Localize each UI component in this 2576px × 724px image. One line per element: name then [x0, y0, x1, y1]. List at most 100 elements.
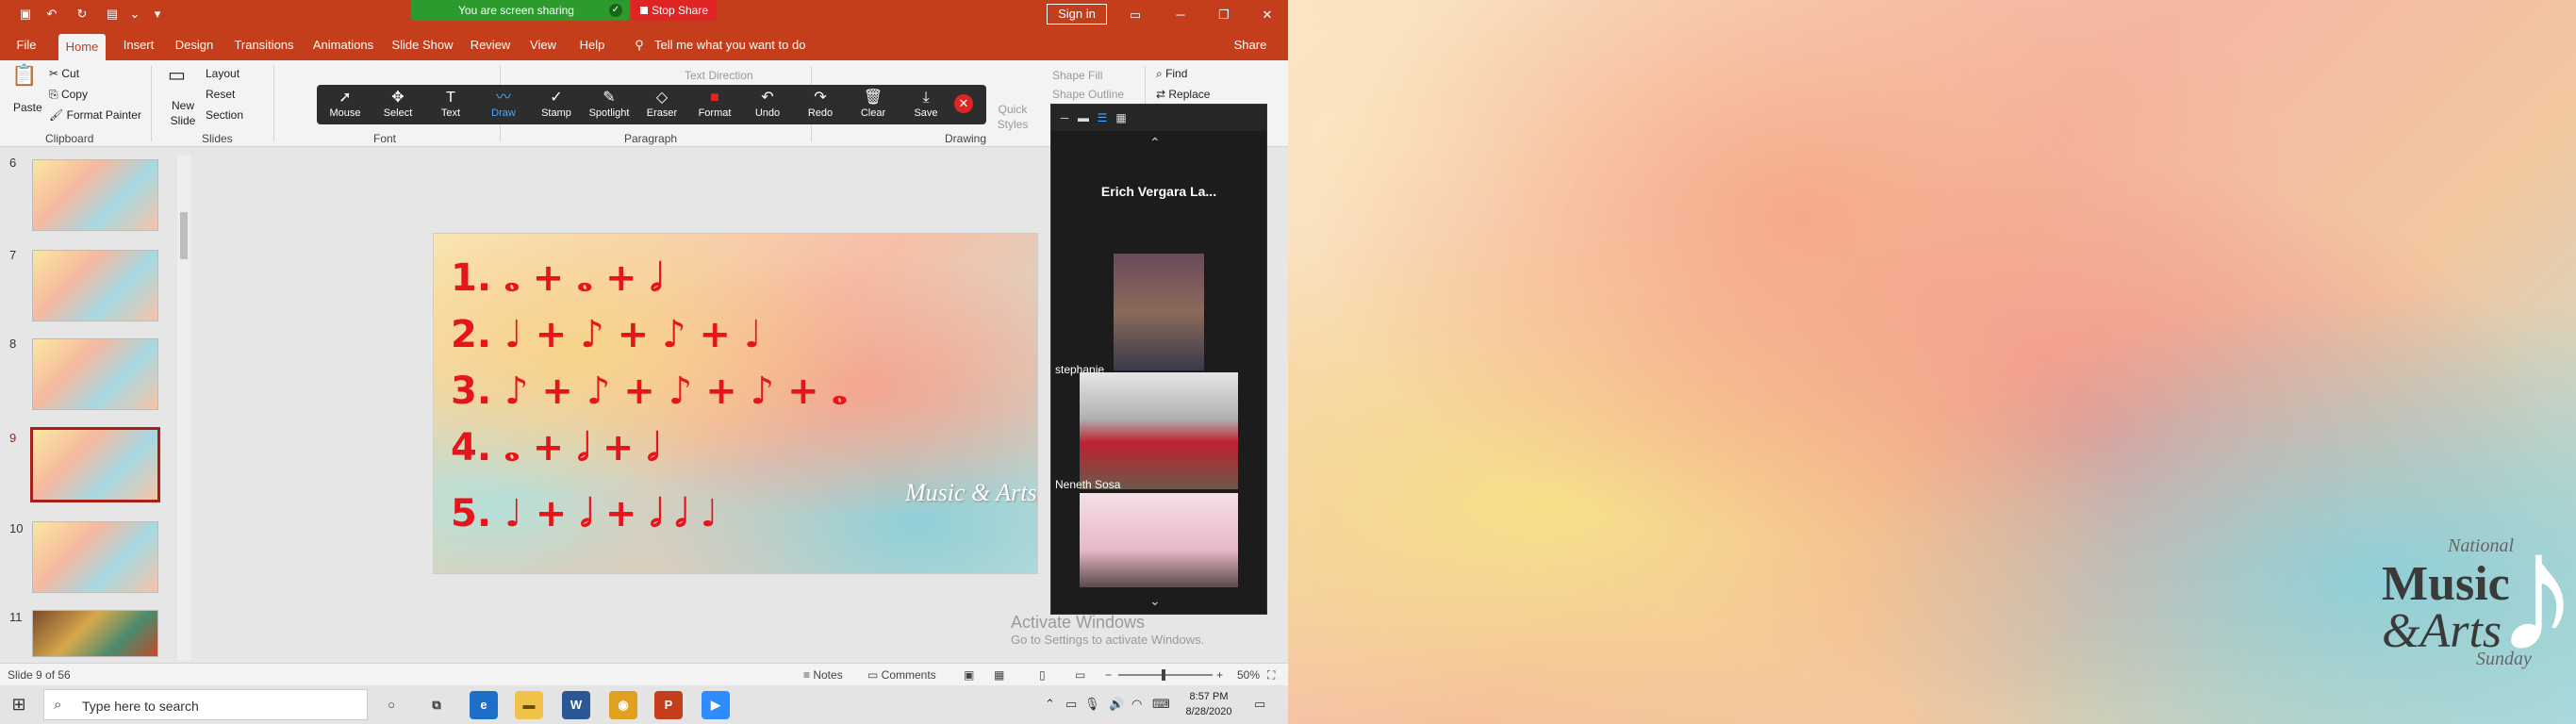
- zoom-slider[interactable]: [1118, 669, 1213, 681]
- section-button[interactable]: Section: [206, 107, 243, 123]
- participant-video-stephanie[interactable]: [1114, 254, 1204, 370]
- spotlight-tool[interactable]: ✎ Spotlight: [585, 89, 634, 121]
- file-explorer-icon[interactable]: ▬: [515, 691, 543, 719]
- quick-styles-button[interactable]: Quick Styles: [992, 102, 1033, 132]
- participant-video-neneth[interactable]: [1080, 372, 1238, 489]
- undo-icon[interactable]: ↶: [43, 6, 60, 23]
- stop-share-button[interactable]: Stop Share: [632, 0, 717, 21]
- slide-thumbnail-10[interactable]: [32, 521, 158, 593]
- tab-animations[interactable]: Animations: [309, 30, 377, 60]
- notes-button[interactable]: ≡ Notes: [803, 668, 843, 682]
- zoom-level[interactable]: 50%: [1237, 668, 1260, 682]
- tell-me-search[interactable]: Tell me what you want to do: [654, 30, 843, 60]
- edge-icon[interactable]: e: [470, 691, 498, 719]
- cortana-icon[interactable]: ○: [377, 691, 405, 719]
- minimize-icon[interactable]: ─: [1057, 110, 1072, 125]
- volume-icon[interactable]: 🔊: [1109, 697, 1124, 712]
- keyboard-icon[interactable]: ⌨: [1152, 697, 1170, 712]
- text-direction-button[interactable]: Text Direction: [685, 68, 753, 83]
- current-slide[interactable]: 1. 𝅝 + 𝅝 + 𝅗𝅥 2. ♩ + ♪ + ♪ + ♩ 3. ♪ + ♪ …: [433, 233, 1038, 574]
- notifications-icon[interactable]: ▭: [1254, 697, 1265, 712]
- participant-video-3[interactable]: [1080, 493, 1238, 587]
- scrollbar-thumb[interactable]: [180, 212, 188, 259]
- minimize-icon[interactable]: ─: [1171, 4, 1190, 26]
- paste-button[interactable]: Paste: [13, 100, 42, 115]
- zoom-icon[interactable]: ▶: [702, 691, 730, 719]
- fit-slide-icon[interactable]: ⛶: [1267, 668, 1275, 683]
- tab-review[interactable]: Review: [468, 30, 513, 60]
- word-icon[interactable]: W: [562, 691, 590, 719]
- tab-slideshow[interactable]: Slide Show: [388, 30, 456, 60]
- save-tool[interactable]: ⤓ Save: [901, 89, 950, 121]
- from-beginning-icon[interactable]: ▤: [104, 6, 121, 23]
- slideshow-view-icon[interactable]: ▭: [1075, 668, 1085, 682]
- cut-button[interactable]: ✂ Cut: [49, 66, 79, 81]
- slide-sorter-icon[interactable]: ▦: [994, 668, 1004, 682]
- format-tool[interactable]: ■ Format: [690, 89, 739, 121]
- select-tool[interactable]: ✥ Select: [373, 89, 422, 121]
- zoom-slider-thumb[interactable]: [1162, 669, 1165, 681]
- taskbar-search[interactable]: ⌕ Type here to search: [43, 689, 368, 720]
- microphone-icon[interactable]: 🎙: [1084, 697, 1100, 712]
- reset-button[interactable]: Reset: [206, 87, 235, 102]
- single-view-icon[interactable]: ▬: [1076, 110, 1091, 125]
- slide-thumbnail-6[interactable]: [32, 159, 158, 231]
- share-button[interactable]: Share: [1222, 30, 1279, 60]
- redo-tool[interactable]: ↷ Redo: [796, 89, 845, 121]
- clear-tool[interactable]: 🗑 Clear: [849, 89, 898, 121]
- chevron-up-icon[interactable]: ⌃: [1149, 135, 1161, 151]
- more-icon[interactable]: ▾: [149, 6, 166, 23]
- new-slide-button[interactable]: New Slide: [164, 98, 202, 128]
- normal-view-icon[interactable]: ▣: [964, 668, 974, 682]
- customize-qat-icon[interactable]: ⌄: [126, 6, 143, 23]
- tab-help[interactable]: Help: [573, 30, 611, 60]
- replace-button[interactable]: ⇄ Replace: [1156, 87, 1210, 102]
- windows-start-icon[interactable]: ⊞: [9, 695, 28, 714]
- tab-design[interactable]: Design: [170, 30, 219, 60]
- comments-button[interactable]: ▭ Comments: [867, 668, 936, 682]
- draw-tool[interactable]: 〰 Draw: [479, 89, 528, 121]
- tab-transitions[interactable]: Transitions: [230, 30, 298, 60]
- zoom-in-icon[interactable]: +: [1216, 668, 1223, 682]
- slide-thumbnail-8[interactable]: [32, 338, 158, 410]
- eraser-tool[interactable]: ◇ Eraser: [637, 89, 686, 121]
- editor-scrollbar[interactable]: [1275, 148, 1288, 663]
- layout-button[interactable]: Layout: [206, 66, 239, 81]
- slide-thumbnail-7[interactable]: [32, 250, 158, 321]
- restore-icon[interactable]: ❐: [1214, 4, 1233, 26]
- slide-thumbnail-11[interactable]: [32, 610, 158, 657]
- shape-fill-button[interactable]: Shape Fill: [1052, 68, 1102, 83]
- shape-outline-button[interactable]: Shape Outline: [1052, 87, 1124, 102]
- slide-thumbnail-9[interactable]: [30, 427, 160, 502]
- chevron-down-icon[interactable]: ⌄: [1149, 593, 1161, 609]
- format-painter-button[interactable]: 🖌 Format Painter: [49, 107, 141, 123]
- redo-icon[interactable]: ↻: [74, 6, 91, 23]
- strip-view-icon[interactable]: ☰: [1095, 110, 1110, 125]
- powerpoint-icon[interactable]: P: [654, 691, 683, 719]
- chrome-icon[interactable]: ◉: [609, 691, 637, 719]
- paste-icon[interactable]: 📋: [11, 65, 37, 86]
- save-icon[interactable]: ▣: [17, 6, 34, 23]
- copy-button[interactable]: ⎘ Copy: [49, 87, 88, 102]
- text-tool[interactable]: T Text: [426, 89, 475, 121]
- close-icon[interactable]: ✕: [1258, 4, 1277, 26]
- thumbnails-scrollbar[interactable]: [177, 156, 190, 661]
- zoom-out-icon[interactable]: −: [1105, 668, 1112, 682]
- tab-home[interactable]: Home: [58, 34, 106, 60]
- taskbar-clock[interactable]: 8:57 PM 8/28/2020: [1181, 689, 1237, 719]
- gallery-view-icon[interactable]: ▦: [1114, 110, 1129, 125]
- ribbon-display-icon[interactable]: ▭: [1126, 4, 1145, 26]
- reading-view-icon[interactable]: ▯: [1039, 668, 1046, 682]
- wifi-icon[interactable]: ◠: [1131, 697, 1142, 712]
- task-view-icon[interactable]: ⧉: [422, 691, 451, 719]
- tab-insert[interactable]: Insert: [117, 30, 160, 60]
- new-slide-icon[interactable]: ▭: [168, 66, 186, 85]
- mouse-tool[interactable]: ➚ Mouse: [321, 89, 370, 121]
- tab-view[interactable]: View: [524, 30, 562, 60]
- sign-in-button[interactable]: Sign in: [1047, 4, 1107, 25]
- undo-tool[interactable]: ↶ Undo: [743, 89, 792, 121]
- close-annotate-icon[interactable]: ✕: [954, 94, 973, 113]
- find-button[interactable]: ⌕ Find: [1156, 66, 1187, 81]
- stamp-tool[interactable]: ✓ Stamp: [532, 89, 581, 121]
- chevron-up-icon[interactable]: ⌃: [1045, 697, 1055, 712]
